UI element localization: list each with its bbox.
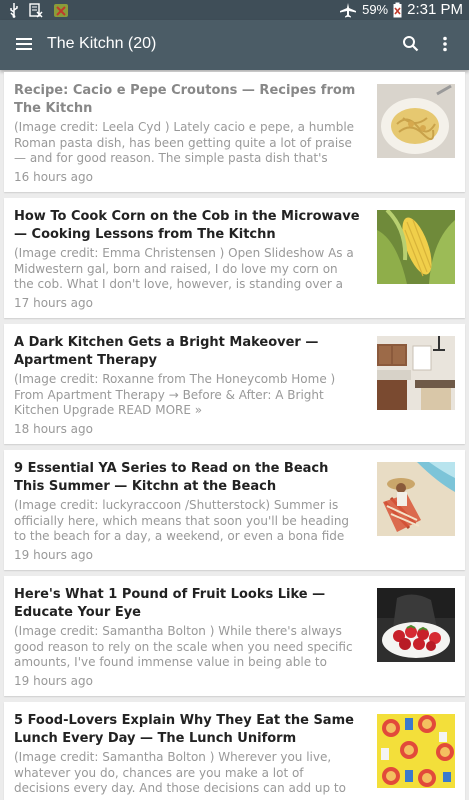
article-excerpt: (Image credit: Emma Christensen ) Open S…	[14, 246, 354, 293]
corn-cob-thumbnail	[377, 210, 455, 284]
article-time: 18 hours ago	[14, 422, 93, 436]
pasta-plate-thumbnail	[377, 84, 455, 158]
article-list[interactable]: Recipe: Cacio e Pepe Croutons — Recipes …	[0, 72, 469, 800]
search-icon	[403, 36, 419, 52]
article-text: 9 Essential YA Series to Read on the Bea…	[14, 460, 360, 562]
article-text: 5 Food-Lovers Explain Why They Eat the S…	[14, 712, 360, 800]
status-system: 59% 2:31 PM	[339, 1, 463, 18]
android-debug-icon	[54, 4, 68, 17]
beach-chair-thumbnail	[377, 462, 455, 536]
article-excerpt: (Image credit: Samantha Bolton ) Whereve…	[14, 750, 346, 797]
beach-chair-image	[377, 462, 455, 536]
article-card[interactable]: 9 Essential YA Series to Read on the Bea…	[4, 450, 465, 570]
lunch-pattern-image	[377, 714, 455, 788]
status-time: 2:31 PM	[407, 1, 463, 18]
pasta-plate-image	[377, 84, 455, 158]
search-button[interactable]	[401, 34, 421, 54]
article-card[interactable]: 5 Food-Lovers Explain Why They Eat the S…	[4, 702, 465, 800]
overflow-menu-button[interactable]	[435, 34, 455, 54]
article-time: 19 hours ago	[14, 674, 93, 688]
article-title: Here's What 1 Pound of Fruit Looks Like …	[14, 587, 326, 620]
more-vert-icon	[443, 36, 447, 52]
article-title: A Dark Kitchen Gets a Bright Makeover — …	[14, 335, 319, 368]
battery-percent: 59%	[362, 2, 389, 17]
article-title: Recipe: Cacio e Pepe Croutons — Recipes …	[14, 83, 356, 116]
article-time: 17 hours ago	[14, 296, 93, 310]
strawberries-bowl-image	[377, 588, 455, 662]
article-excerpt: (Image credit: luckyraccoon /Shutterstoc…	[14, 498, 350, 543]
kitchen-interior-thumbnail	[377, 336, 455, 410]
article-title: 9 Essential YA Series to Read on the Bea…	[14, 461, 329, 494]
status-bar: 59% 2:31 PM	[0, 0, 469, 20]
app-bar: The Kitchn (20)	[0, 20, 469, 70]
kitchen-interior-image	[377, 336, 455, 410]
article-text: Here's What 1 Pound of Fruit Looks Like …	[14, 586, 360, 688]
article-excerpt: (Image credit: Samantha Bolton ) While t…	[14, 624, 353, 669]
usb-icon	[10, 3, 18, 18]
hamburger-menu-icon	[16, 38, 32, 50]
status-notifications	[8, 2, 70, 18]
article-card[interactable]: Recipe: Cacio e Pepe Croutons — Recipes …	[4, 72, 465, 192]
article-text: A Dark Kitchen Gets a Bright Makeover — …	[14, 334, 360, 436]
page-title: The Kitchn (20)	[47, 35, 157, 52]
menu-button[interactable]	[14, 34, 34, 54]
lunch-pattern-thumbnail	[377, 714, 455, 788]
corn-cob-image	[377, 210, 455, 284]
battery-icon	[393, 2, 402, 17]
article-title: How To Cook Corn on the Cob in the Micro…	[14, 209, 360, 242]
article-excerpt: (Image credit: Roxanne from The Honeycom…	[14, 372, 336, 417]
article-card[interactable]: Here's What 1 Pound of Fruit Looks Like …	[4, 576, 465, 696]
article-time: 19 hours ago	[14, 548, 93, 562]
article-title: 5 Food-Lovers Explain Why They Eat the S…	[14, 713, 354, 746]
article-card[interactable]: How To Cook Corn on the Cob in the Micro…	[4, 198, 465, 318]
article-card[interactable]: A Dark Kitchen Gets a Bright Makeover — …	[4, 324, 465, 444]
article-text: How To Cook Corn on the Cob in the Micro…	[14, 208, 360, 310]
storage-notification-icon	[29, 3, 43, 18]
airplane-mode-icon	[340, 2, 357, 17]
article-excerpt: (Image credit: Leela Cyd ) Lately cacio …	[14, 120, 355, 167]
article-time: 16 hours ago	[14, 170, 93, 184]
article-text: Recipe: Cacio e Pepe Croutons — Recipes …	[14, 82, 360, 184]
strawberries-bowl-thumbnail	[377, 588, 455, 662]
